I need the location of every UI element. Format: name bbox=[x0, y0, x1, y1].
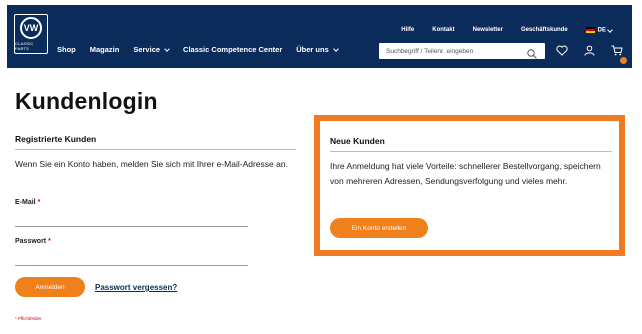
required-marker: * bbox=[37, 199, 41, 206]
email-field[interactable] bbox=[15, 213, 248, 227]
site-header: VW CLASSIC PARTS Shop Magazin Service Cl… bbox=[7, 5, 632, 68]
top-link-geschaeftskunde[interactable]: Geschäftskunde bbox=[521, 27, 568, 33]
page-title: Kundenlogin bbox=[15, 88, 158, 114]
search-icon[interactable] bbox=[527, 46, 537, 64]
divider bbox=[15, 149, 296, 150]
new-customers-heading: Neue Kunden bbox=[330, 136, 385, 146]
registered-customers-heading: Registrierte Kunden bbox=[15, 134, 97, 144]
cart-icon[interactable] bbox=[611, 43, 627, 64]
top-link-hilfe[interactable]: Hilfe bbox=[401, 27, 414, 33]
user-icon[interactable] bbox=[584, 43, 595, 61]
german-flag-icon bbox=[585, 27, 595, 33]
forgot-password-link[interactable]: Passwort vergessen? bbox=[95, 283, 177, 292]
nav-item-magazin[interactable]: Magazin bbox=[90, 45, 120, 54]
main-nav: Shop Magazin Service Classic Competence … bbox=[57, 45, 339, 54]
language-selector[interactable]: DE bbox=[585, 26, 613, 34]
logo-mark: VW bbox=[20, 17, 42, 39]
heart-icon[interactable] bbox=[556, 43, 568, 61]
top-link-kontakt[interactable]: Kontakt bbox=[432, 27, 454, 33]
create-account-button[interactable]: Ein Konto erstellen bbox=[330, 218, 428, 238]
nav-label: Über uns bbox=[296, 45, 329, 54]
email-label-text: E-Mail bbox=[15, 199, 36, 206]
language-label: DE bbox=[597, 27, 606, 34]
new-customers-description: Ihre Anmeldung hat viele Vorteile: schne… bbox=[330, 161, 601, 186]
nav-item-classic-competence-center[interactable]: Classic Competence Center bbox=[183, 45, 282, 54]
nav-item-ueber-uns[interactable]: Über uns bbox=[296, 45, 339, 54]
new-customers-panel: Neue Kunden Ihre Anmeldung hat viele Vor… bbox=[328, 125, 614, 247]
password-field[interactable] bbox=[15, 252, 248, 266]
email-label: E-Mail * bbox=[15, 199, 40, 206]
nav-item-shop[interactable]: Shop bbox=[57, 45, 76, 54]
nav-label: Magazin bbox=[89, 45, 120, 54]
chevron-down-icon bbox=[332, 45, 339, 52]
cart-badge bbox=[620, 57, 627, 64]
registered-description: Wenn Sie ein Konto haben, melden Sie sic… bbox=[15, 159, 288, 169]
nav-item-service[interactable]: Service bbox=[133, 45, 170, 54]
divider bbox=[330, 151, 612, 152]
utility-nav: Hilfe Kontakt Newsletter Geschäftskunde … bbox=[401, 26, 613, 34]
search-input[interactable] bbox=[386, 47, 524, 55]
password-label: Passwort * bbox=[15, 238, 51, 245]
nav-label: Service bbox=[133, 45, 161, 54]
top-link-newsletter[interactable]: Newsletter bbox=[473, 27, 503, 33]
password-label-text: Passwort bbox=[15, 238, 47, 245]
login-button[interactable]: Anmelden bbox=[15, 277, 85, 297]
chevron-down-icon bbox=[607, 26, 613, 33]
search-bar bbox=[379, 43, 545, 59]
nav-label: Shop bbox=[57, 45, 76, 54]
required-fields-note: * Pflichtfelder bbox=[15, 316, 42, 321]
new-customers-highlight: Neue Kunden Ihre Anmeldung hat viele Vor… bbox=[314, 115, 625, 256]
required-marker: * bbox=[48, 238, 51, 245]
logo-subtitle: CLASSIC PARTS bbox=[15, 41, 34, 51]
chevron-down-icon bbox=[164, 45, 170, 52]
vw-logo-icon[interactable]: VW CLASSIC PARTS bbox=[14, 14, 48, 54]
header-icons bbox=[556, 43, 627, 64]
nav-label: Classic Competence Center bbox=[183, 45, 283, 54]
